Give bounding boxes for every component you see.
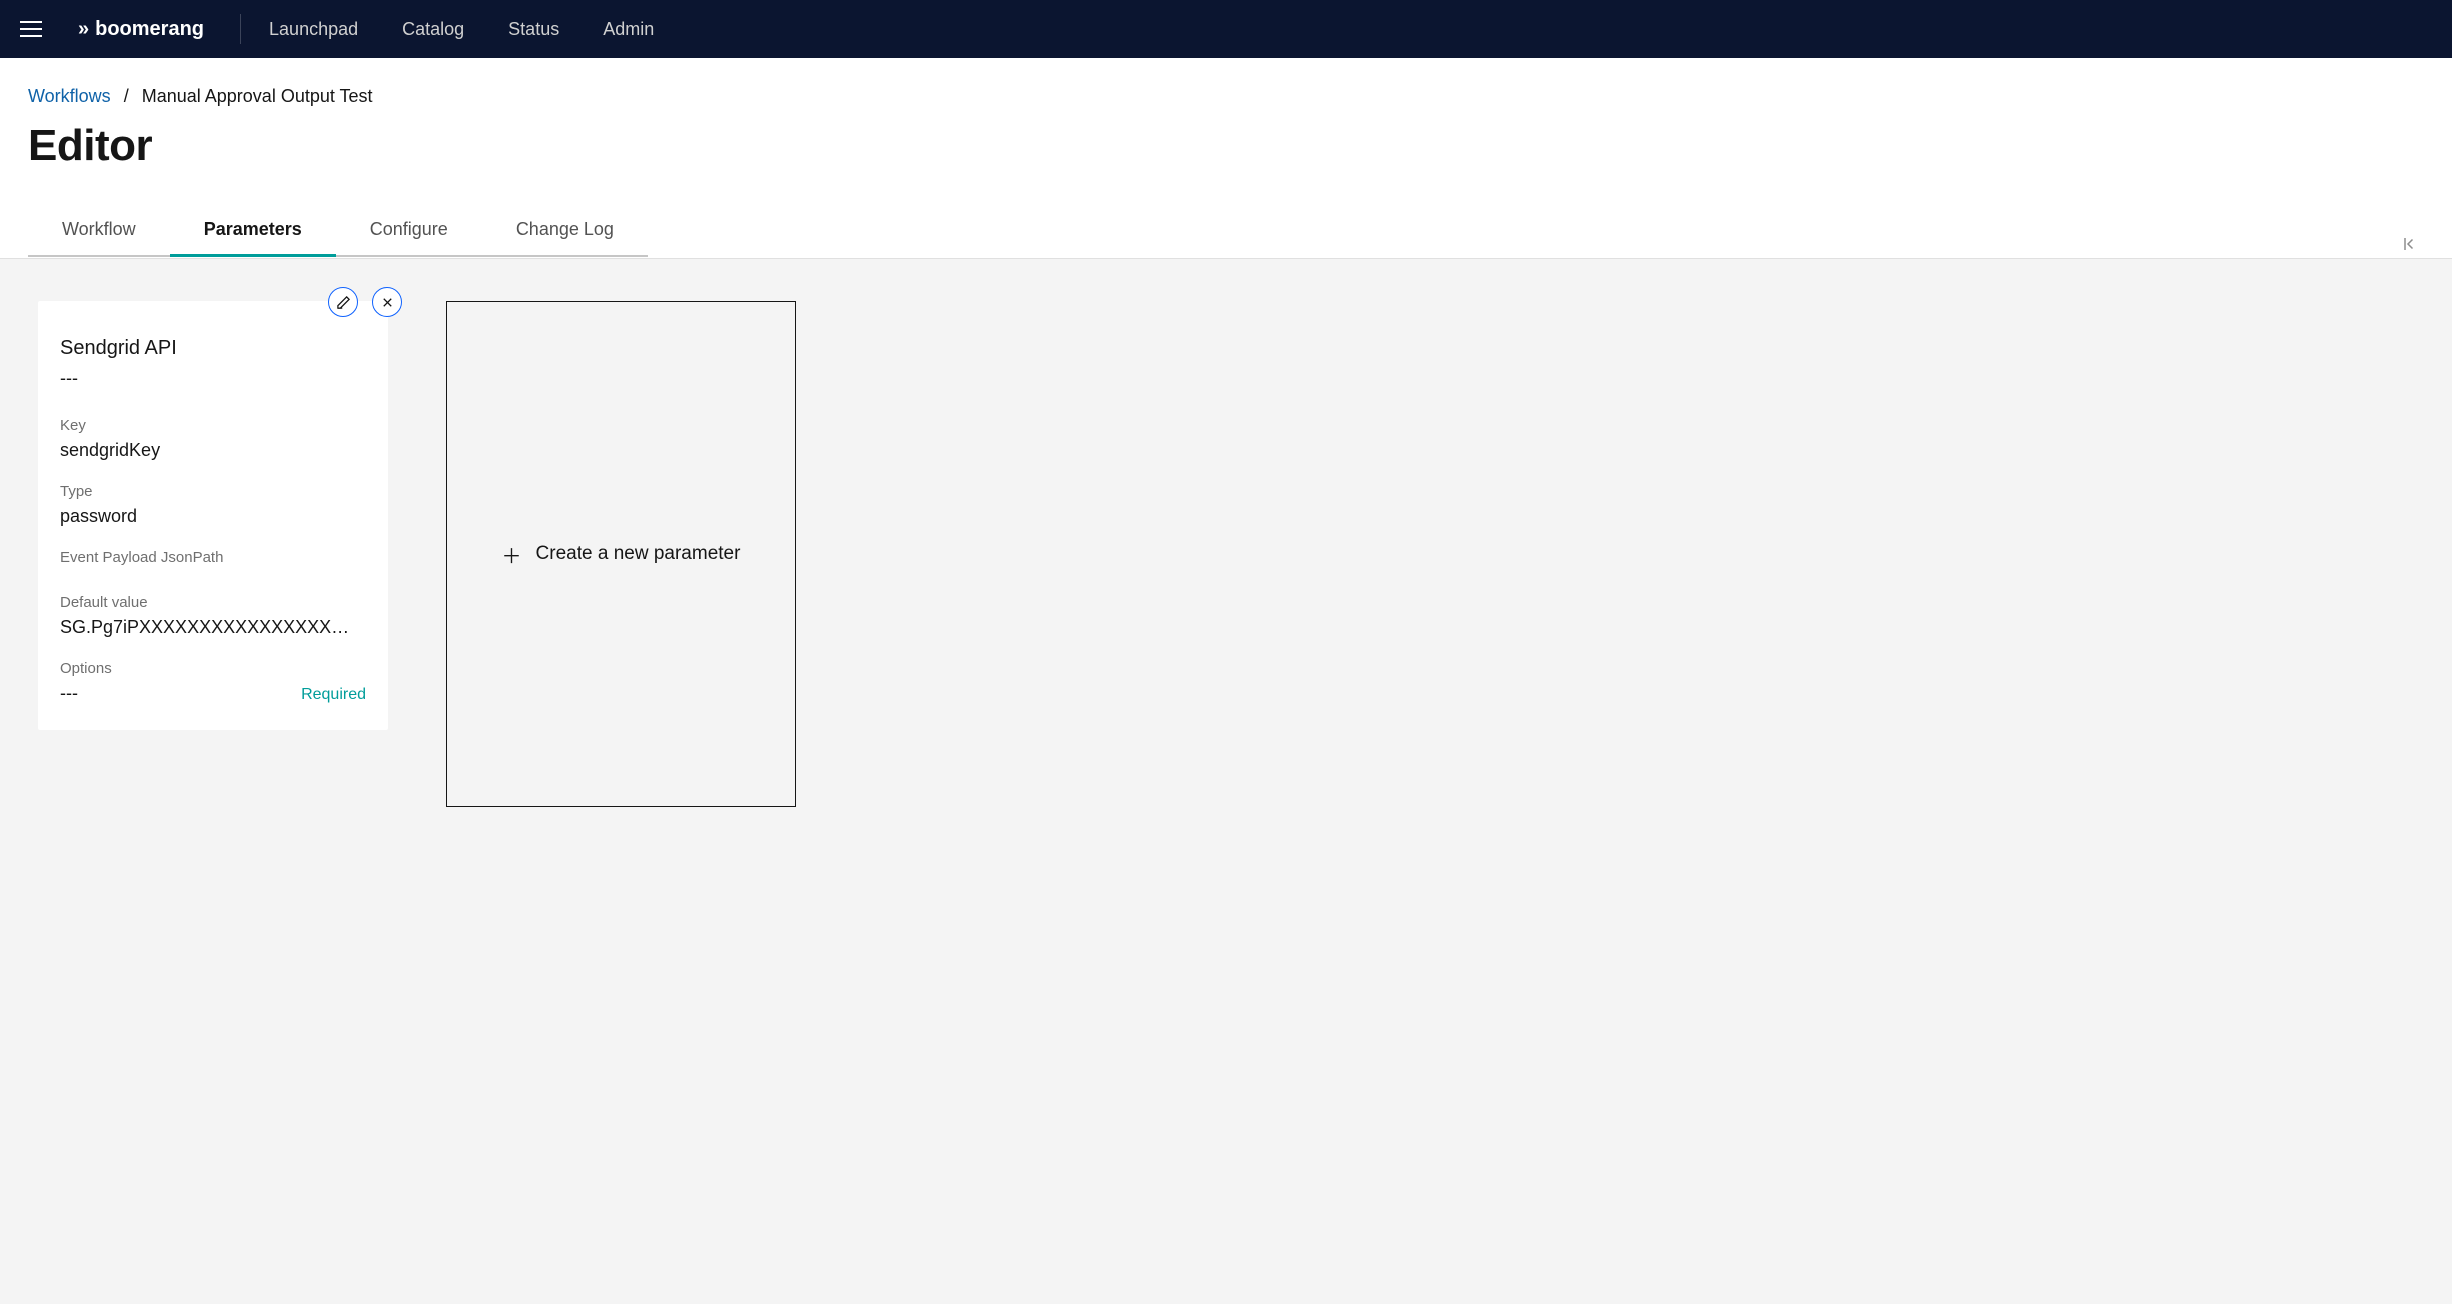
field-key-label: Key (60, 417, 366, 434)
field-options-value: --- (60, 683, 112, 704)
delete-button[interactable] (372, 287, 402, 317)
tab-change-log[interactable]: Change Log (482, 205, 648, 257)
content-area: Sendgrid API --- Key sendgridKey Type pa… (0, 258, 2452, 1304)
close-icon (380, 295, 395, 310)
parameter-description: --- (60, 368, 366, 389)
field-default: Default value SG.Pg7iPXXXXXXXXXXXXXXXX… (60, 594, 366, 638)
brand-chevrons-icon: » (78, 18, 87, 41)
field-jsonpath: Event Payload JsonPath (60, 549, 366, 572)
field-options: Options --- (60, 660, 112, 704)
nav-link-catalog[interactable]: Catalog (402, 19, 464, 40)
tab-configure[interactable]: Configure (336, 205, 482, 257)
edit-button[interactable] (328, 287, 358, 317)
field-default-value: SG.Pg7iPXXXXXXXXXXXXXXXX… (60, 617, 366, 638)
parameter-card: Sendgrid API --- Key sendgridKey Type pa… (38, 301, 388, 730)
breadcrumb-separator: / (124, 86, 129, 106)
nav-links: Launchpad Catalog Status Admin (269, 19, 654, 40)
field-type-value: password (60, 506, 366, 527)
tab-parameters[interactable]: Parameters (170, 205, 336, 257)
brand-logo[interactable]: » boomerang (78, 14, 241, 44)
pencil-icon (336, 295, 351, 310)
parameter-title: Sendgrid API (60, 337, 366, 360)
tabs: Workflow Parameters Configure Change Log (28, 205, 648, 258)
breadcrumb-root-link[interactable]: Workflows (28, 86, 111, 106)
menu-icon[interactable] (20, 14, 50, 44)
create-parameter-label: Create a new parameter (536, 543, 741, 565)
brand-name: boomerang (95, 18, 204, 41)
card-footer: Options --- Required (60, 660, 366, 704)
field-type-label: Type (60, 483, 366, 500)
nav-link-launchpad[interactable]: Launchpad (269, 19, 358, 40)
page-title: Editor (28, 121, 2424, 171)
collapse-panel-icon[interactable] (2402, 235, 2424, 258)
field-default-label: Default value (60, 594, 366, 611)
plus-icon: ＋ (502, 540, 522, 569)
tabs-row: Workflow Parameters Configure Change Log (0, 205, 2452, 258)
field-key: Key sendgridKey (60, 417, 366, 461)
breadcrumb: Workflows / Manual Approval Output Test (28, 86, 2424, 107)
tab-workflow[interactable]: Workflow (28, 205, 170, 257)
top-navbar: » boomerang Launchpad Catalog Status Adm… (0, 0, 2452, 58)
field-type: Type password (60, 483, 366, 527)
create-parameter-button[interactable]: ＋ Create a new parameter (446, 301, 796, 807)
parameter-card-wrapper: Sendgrid API --- Key sendgridKey Type pa… (38, 301, 388, 730)
nav-link-admin[interactable]: Admin (603, 19, 654, 40)
required-badge: Required (301, 686, 366, 704)
page-header: Workflows / Manual Approval Output Test … (0, 58, 2452, 179)
card-actions (328, 287, 402, 317)
field-jsonpath-label: Event Payload JsonPath (60, 549, 366, 566)
field-key-value: sendgridKey (60, 440, 366, 461)
breadcrumb-current: Manual Approval Output Test (142, 86, 373, 106)
nav-link-status[interactable]: Status (508, 19, 559, 40)
field-options-label: Options (60, 660, 112, 677)
